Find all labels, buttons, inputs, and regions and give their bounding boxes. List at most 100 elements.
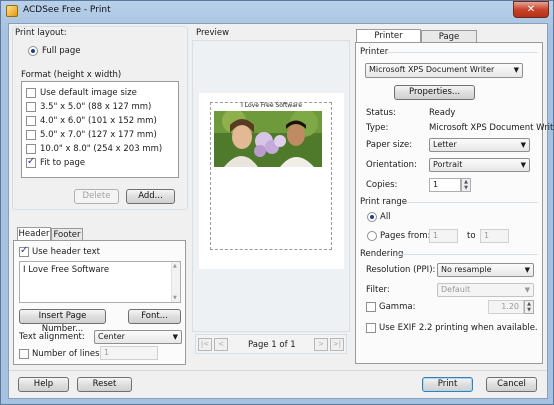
last-page-button[interactable]: >| <box>330 338 344 351</box>
resolution-value: No resample <box>441 265 492 274</box>
format-list[interactable]: Use default image size 3.5" x 5.0" (88 x… <box>21 81 179 178</box>
font-button[interactable]: Font... <box>128 309 181 324</box>
header-text-value: I Love Free Software <box>23 265 110 275</box>
filter-select[interactable]: Default ▼ <box>437 283 534 297</box>
orientation-select[interactable]: Portrait ▼ <box>429 158 530 172</box>
header-text-area[interactable]: I Love Free Software ▲ ▼ <box>19 261 181 303</box>
chevron-down-icon: ▼ <box>520 141 526 149</box>
page-indicator: Page 1 of 1 <box>248 340 296 350</box>
orientation-label: Orientation: <box>366 160 417 170</box>
gamma-label[interactable]: Gamma: <box>379 302 415 312</box>
pages-from-label[interactable]: Pages from: <box>380 231 430 241</box>
number-of-lines-input[interactable]: 1 <box>100 346 158 360</box>
format-item-4x6[interactable]: 4.0" x 6.0" (101 x 152 mm) <box>40 116 157 126</box>
format-item-fit[interactable]: Fit to page <box>40 158 85 168</box>
delete-format-button[interactable]: Delete <box>74 189 119 204</box>
preview-photo <box>214 111 322 167</box>
chevron-down-icon: ▼ <box>524 266 530 274</box>
print-range-label: Print range <box>360 197 407 207</box>
text-alignment-select[interactable]: Center ▼ <box>94 330 182 344</box>
pages-from-radio[interactable] <box>367 231 377 241</box>
number-of-lines-checkbox[interactable] <box>19 349 29 359</box>
format-checkbox-5x7[interactable] <box>26 130 36 140</box>
previous-page-button[interactable]: < <box>214 338 228 351</box>
properties-button[interactable]: Properties... <box>394 85 475 100</box>
add-format-button[interactable]: Add... <box>126 189 175 204</box>
insert-page-number-button[interactable]: Insert Page Number... <box>19 309 106 334</box>
couple-photo-image <box>214 111 322 167</box>
type-value: Microsoft XPS Document Writer <box>429 123 554 133</box>
filter-label: Filter: <box>366 285 390 295</box>
format-checkbox-3x5[interactable] <box>26 102 36 112</box>
number-of-lines-label[interactable]: Number of lines: <box>32 349 102 359</box>
paper-size-select[interactable]: Letter ▼ <box>429 138 530 152</box>
help-button[interactable]: Help <box>18 377 69 392</box>
copies-input[interactable]: 1 <box>429 178 461 192</box>
rendering-label: Rendering <box>360 249 404 259</box>
full-page-label[interactable]: Full page <box>42 46 80 56</box>
scroll-down-arrow-icon[interactable]: ▼ <box>173 295 177 301</box>
reset-button[interactable]: Reset <box>77 377 132 392</box>
format-checkbox-10x8[interactable] <box>26 144 36 154</box>
next-page-button[interactable]: > <box>314 338 328 351</box>
printer-options-panel: Printer Microsoft XPS Document Writer ▼ … <box>355 42 554 364</box>
copies-spinner[interactable]: ▲ ▼ <box>461 178 471 192</box>
title-bar[interactable]: ACDSee Free - Print ✕ <box>1 1 553 23</box>
format-item-3x5[interactable]: 3.5" x 5.0" (88 x 127 mm) <box>40 102 151 112</box>
text-alignment-value: Center <box>98 332 125 341</box>
first-page-button[interactable]: |< <box>198 338 212 351</box>
exif-label[interactable]: Use EXIF 2.2 printing when available. <box>379 323 538 333</box>
tab-header[interactable]: Header <box>17 227 51 241</box>
format-item-default[interactable]: Use default image size <box>40 88 137 98</box>
type-label: Type: <box>366 123 389 133</box>
exif-checkbox[interactable] <box>366 323 376 333</box>
printer-select[interactable]: Microsoft XPS Document Writer ▼ <box>365 63 523 78</box>
pages-to-input[interactable]: 1 <box>480 229 509 243</box>
format-checkbox-default[interactable] <box>26 88 36 98</box>
format-item-5x7[interactable]: 5.0" x 7.0" (127 x 177 mm) <box>40 130 157 140</box>
acdsee-app-icon <box>6 5 18 17</box>
paper-size-value: Letter <box>433 140 457 149</box>
scroll-up-arrow-icon[interactable]: ▲ <box>173 263 177 269</box>
preview-label: Preview <box>196 28 230 38</box>
full-page-radio[interactable] <box>28 46 38 56</box>
header-panel: Use header text I Love Free Software ▲ ▼… <box>13 240 186 365</box>
preview-caption: I Love Free Software <box>241 102 302 109</box>
chevron-down-icon: ▼ <box>172 333 178 341</box>
gamma-spinner[interactable]: ▲ ▼ <box>524 300 534 314</box>
print-layout-label: Print layout: <box>15 28 67 38</box>
dialog-client-area: Print layout: Full page Format (height x… <box>8 23 554 399</box>
paper-size-label: Paper size: <box>366 140 413 150</box>
gamma-checkbox[interactable] <box>366 302 376 312</box>
text-alignment-label: Text alignment: <box>19 332 85 342</box>
filter-value: Default <box>441 285 471 294</box>
pages-to-label: to <box>467 231 476 241</box>
print-range-divider <box>404 202 538 203</box>
spin-down-icon[interactable]: ▼ <box>462 185 470 191</box>
resolution-select[interactable]: No resample ▼ <box>437 263 534 277</box>
orientation-value: Portrait <box>433 160 463 169</box>
format-checkbox-4x6[interactable] <box>26 116 36 126</box>
print-all-label[interactable]: All <box>380 212 391 222</box>
cancel-button[interactable]: Cancel <box>486 377 537 392</box>
gamma-input[interactable]: 1.20 <box>488 300 524 314</box>
spin-down-icon[interactable]: ▼ <box>525 307 533 313</box>
print-button[interactable]: Print <box>422 377 473 392</box>
use-header-label[interactable]: Use header text <box>32 247 100 257</box>
use-header-checkbox[interactable] <box>19 245 29 257</box>
close-window-button[interactable]: ✕ <box>513 1 549 18</box>
preview-pager: |< < Page 1 of 1 > >| <box>195 334 347 354</box>
window-title: ACDSee Free - Print <box>23 5 111 15</box>
format-label: Format (height x width) <box>21 70 122 80</box>
format-checkbox-fit[interactable] <box>26 156 36 168</box>
rendering-divider <box>398 254 538 255</box>
copies-label: Copies: <box>366 180 398 190</box>
format-item-10x8[interactable]: 10.0" x 8.0" (254 x 203 mm) <box>40 144 162 154</box>
pages-from-input[interactable]: 1 <box>429 229 458 243</box>
chevron-down-icon: ▼ <box>513 66 519 74</box>
print-dialog-window: ACDSee Free - Print ✕ Print layout: Full… <box>0 0 554 405</box>
header-text-scrollbar[interactable]: ▲ ▼ <box>171 262 180 302</box>
print-all-radio[interactable] <box>367 212 377 222</box>
resolution-label: Resolution (PPI): <box>366 265 436 275</box>
tab-printer-options[interactable]: Printer Options <box>356 29 421 53</box>
